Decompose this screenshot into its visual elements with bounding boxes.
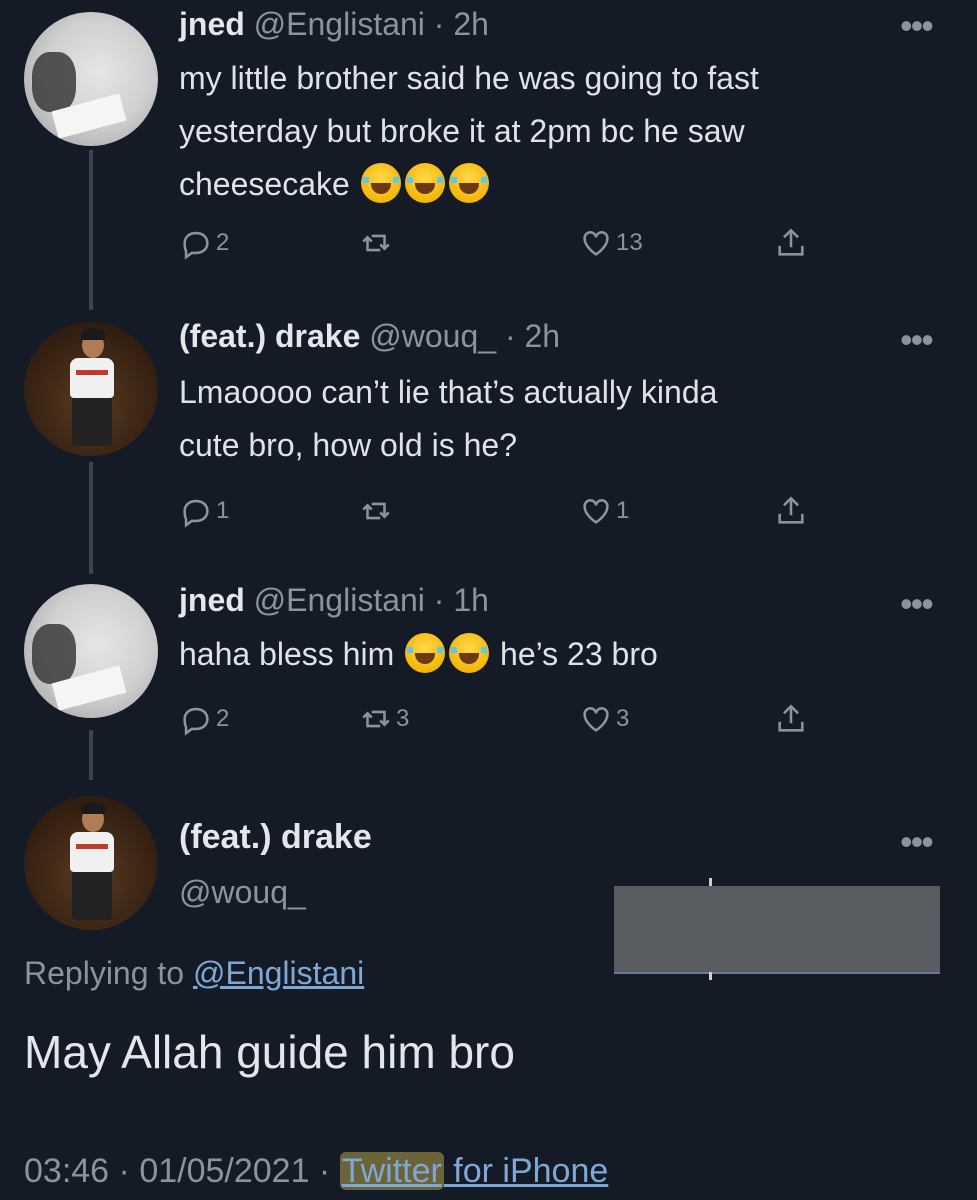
thread-line (89, 730, 93, 780)
tweet-text: May Allah guide him bro (24, 1026, 515, 1078)
redaction-mark (709, 878, 712, 886)
source-link[interactable]: Twitter for iPhone (339, 1152, 608, 1190)
like-icon (583, 499, 609, 524)
more-icon[interactable]: ••• (900, 586, 934, 622)
like-button[interactable]: 13 (579, 226, 643, 260)
tweet-line: Lmaoooo can’t lie that’s actually kinda (179, 374, 718, 410)
tweet-header: jned @Englistani · 1h (179, 582, 489, 619)
thread-line (89, 462, 93, 574)
share-button[interactable] (774, 226, 808, 260)
author-name[interactable]: jned (179, 582, 245, 618)
author-name[interactable]: (feat.) drake (179, 818, 372, 857)
retweet-button[interactable] (359, 226, 396, 260)
tweet-line: my little brother said he was going to f… (179, 60, 759, 96)
author-name[interactable]: jned (179, 6, 245, 42)
reply-button[interactable]: 1 (179, 494, 229, 528)
retweet-button[interactable]: 3 (359, 702, 409, 736)
reply-count: 1 (216, 497, 230, 524)
share-icon (778, 704, 804, 732)
like-count: 3 (616, 705, 630, 732)
retweet-icon (362, 502, 390, 520)
face-with-tears-of-joy-icon (360, 163, 401, 203)
avatar[interactable] (24, 12, 158, 146)
time: 03:46 (24, 1152, 110, 1190)
reply-count: 2 (216, 229, 230, 256)
author-handle[interactable]: @wouq_ (179, 874, 306, 911)
share-button[interactable] (774, 494, 808, 528)
redacted-area (614, 886, 940, 972)
retweet-count: 3 (396, 705, 410, 732)
author-meta: @Englistani · 2h (244, 6, 489, 42)
tweet-line: yesterday but broke it at 2pm bc he saw (179, 113, 745, 149)
thread-line (89, 150, 93, 310)
tweet-line: cute bro, how old is he? (179, 427, 517, 463)
more-icon[interactable]: ••• (900, 8, 934, 44)
like-button[interactable]: 1 (579, 494, 629, 528)
loudly-crying-face-icon (448, 163, 489, 203)
tweet-header: jned @Englistani · 2h (179, 6, 489, 43)
like-icon (583, 707, 609, 732)
share-icon (778, 228, 804, 256)
tweet-header: (feat.) drake @wouq_ · 2h (179, 318, 560, 355)
like-count: 13 (616, 229, 643, 256)
replying-to: Replying to @Englistani (24, 955, 365, 991)
reply-button[interactable]: 2 (179, 702, 229, 736)
reply-count: 2 (216, 705, 230, 732)
tweet-timestamp: 03:46 · 01/05/2021 · Twitter for iPhone (24, 1152, 609, 1190)
tweet-text: haha bless him he’s 23 bro (179, 628, 658, 681)
share-icon (778, 496, 804, 524)
avatar[interactable] (24, 796, 158, 930)
tweet-actions: 2 3 3 (179, 702, 819, 742)
like-count: 1 (616, 497, 630, 524)
avatar[interactable] (24, 584, 158, 718)
author-name[interactable]: (feat.) drake (179, 318, 360, 354)
date: 01/05/2021 (139, 1152, 310, 1190)
share-button[interactable] (774, 702, 808, 736)
tweet-line: cheesecake (179, 158, 759, 211)
tweet-text: my little brother said he was going to f… (179, 52, 759, 211)
tweet-actions: 1 1 (179, 494, 819, 534)
tweet-text: Lmaoooo can’t lie that’s actually kinda … (179, 366, 717, 472)
redaction-mark (709, 972, 712, 980)
retweet-icon (362, 710, 390, 728)
like-icon (583, 231, 609, 256)
face-with-tears-of-joy-icon (404, 163, 445, 203)
replying-to-link[interactable]: @Englistani (193, 955, 364, 991)
reply-icon (183, 707, 209, 736)
retweet-button[interactable] (359, 494, 396, 528)
author-meta: @Englistani · 1h (244, 582, 489, 618)
avatar[interactable] (24, 322, 158, 456)
more-icon[interactable]: ••• (900, 824, 934, 860)
face-with-tears-of-joy-icon (449, 633, 490, 673)
reply-icon (183, 231, 209, 260)
author-meta: @wouq_ · 2h (360, 318, 561, 354)
face-with-tears-of-joy-icon (405, 633, 446, 673)
reply-button[interactable]: 2 (179, 226, 229, 260)
tweet-actions: 2 13 (179, 226, 819, 266)
like-button[interactable]: 3 (579, 702, 629, 736)
reply-icon (183, 499, 209, 528)
retweet-icon (362, 234, 390, 252)
more-icon[interactable]: ••• (900, 322, 934, 358)
